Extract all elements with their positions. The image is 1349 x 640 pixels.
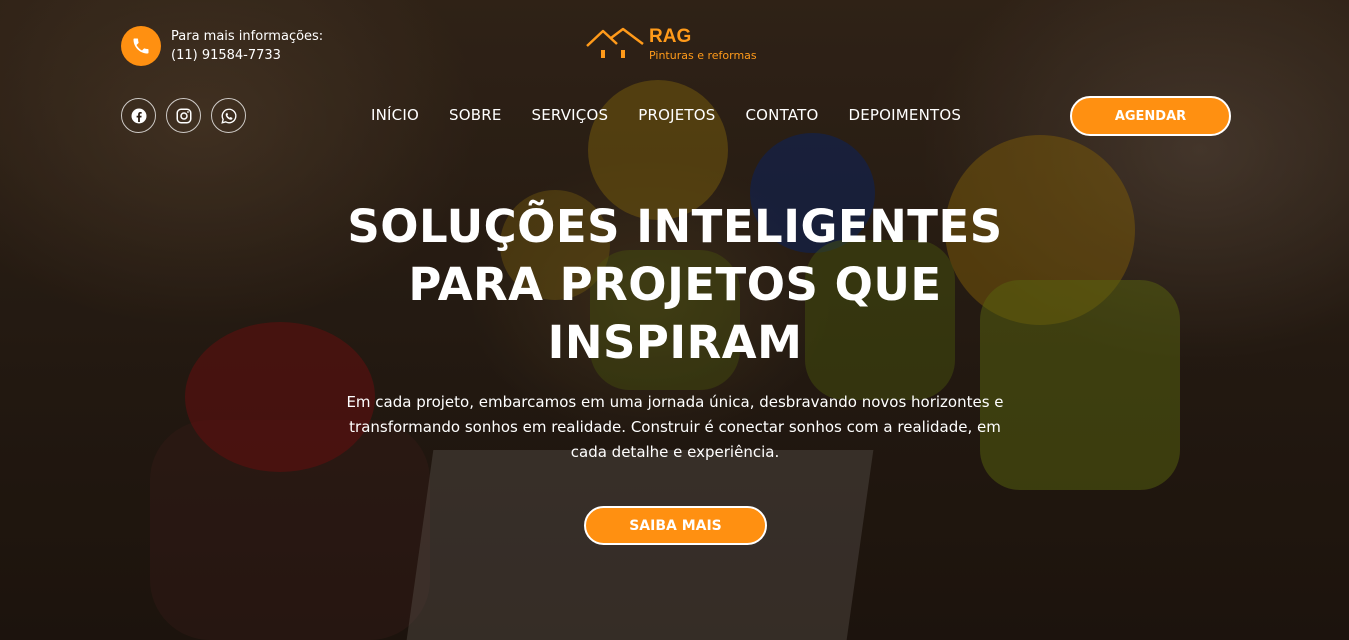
contact-info: Para mais informações: (11) 91584-7733 [121,26,323,66]
site-logo[interactable]: RAG Pinturas e reformas [585,26,757,63]
nav-item-depoimentos[interactable]: DEPOIMENTOS [848,104,961,126]
social-links [121,98,246,133]
headline-line: PARA PROJETOS QUE [408,258,942,311]
logo-tagline: Pinturas e reformas [649,49,757,62]
contact-phone[interactable]: (11) 91584-7733 [171,46,323,65]
headline-line: INSPIRAM [547,316,803,369]
description-line: transformando sonhos em realidade. Const… [349,418,1001,436]
phone-icon[interactable] [121,26,161,66]
facebook-icon[interactable] [121,98,156,133]
hero-section: Para mais informações: (11) 91584-7733 R… [0,0,1349,640]
description-line: cada detalhe e experiência. [570,443,780,461]
schedule-button[interactable]: AGENDAR [1070,96,1231,136]
main-nav: INÍCIO SOBRE SERVIÇOS PROJETOS CONTATO D… [371,104,961,126]
nav-item-contato[interactable]: CONTATO [746,104,819,126]
learn-more-button[interactable]: SAIBA MAIS [584,506,767,545]
nav-item-servicos[interactable]: SERVIÇOS [532,104,609,126]
instagram-icon[interactable] [166,98,201,133]
description-line: Em cada projeto, embarcamos em uma jorna… [346,393,1004,411]
hero-headline: SOLUÇÕES INTELIGENTES PARA PROJETOS QUE … [300,198,1050,372]
nav-item-projetos[interactable]: PROJETOS [638,104,715,126]
nav-item-sobre[interactable]: SOBRE [449,104,502,126]
contact-label: Para mais informações: [171,29,324,44]
whatsapp-icon[interactable] [211,98,246,133]
nav-item-inicio[interactable]: INÍCIO [371,104,419,126]
hero-description: Em cada projeto, embarcamos em uma jorna… [310,390,1040,465]
contact-text: Para mais informações: (11) 91584-7733 [171,27,323,65]
logo-name: RAG [649,26,692,47]
house-roof-icon [586,27,644,58]
headline-line: SOLUÇÕES INTELIGENTES [347,200,1003,253]
